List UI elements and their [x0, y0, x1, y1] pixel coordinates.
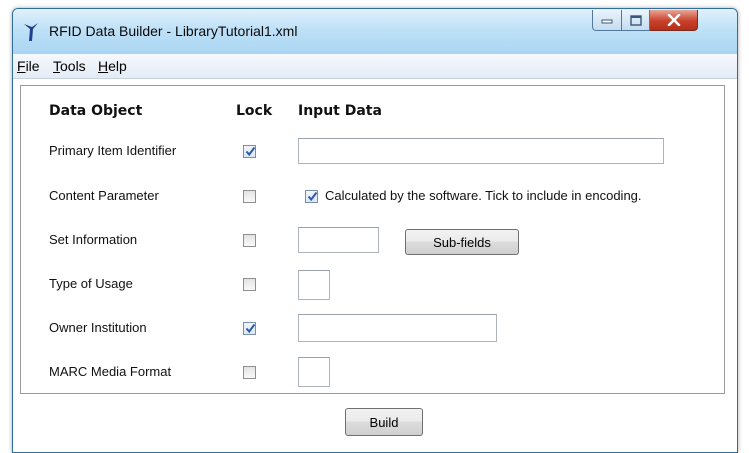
lock-checkbox-owner-institution[interactable] — [243, 322, 256, 335]
maximize-button[interactable] — [622, 10, 650, 31]
menu-bar: File Tools Help — [13, 54, 737, 79]
type-of-usage-input[interactable] — [298, 270, 330, 300]
checkmark-icon — [307, 191, 318, 202]
label-marc-media-format: MARC Media Format — [49, 364, 172, 379]
label-type-of-usage: Type of Usage — [49, 276, 133, 291]
menu-file[interactable]: File — [17, 58, 40, 74]
include-in-encoding-checkbox[interactable] — [305, 190, 318, 203]
set-information-input[interactable] — [298, 227, 379, 253]
app-window: RFID Data Builder - LibraryTutorial1.xml… — [12, 8, 738, 453]
header-data-object: Data Object — [49, 103, 143, 119]
window-title: RFID Data Builder - LibraryTutorial1.xml — [49, 23, 298, 39]
data-object-panel: Data Object Lock Input Data Primary Item… — [20, 85, 725, 394]
close-icon — [667, 14, 680, 26]
lock-checkbox-marc-media-format[interactable] — [243, 366, 256, 379]
app-logo-icon — [24, 23, 38, 41]
lock-checkbox-type-of-usage[interactable] — [243, 278, 256, 291]
close-button[interactable] — [650, 10, 698, 31]
menu-tools[interactable]: Tools — [53, 58, 86, 74]
label-content-parameter: Content Parameter — [49, 188, 159, 203]
owner-institution-input[interactable] — [298, 314, 497, 342]
include-in-encoding-label: Calculated by the software. Tick to incl… — [325, 188, 642, 203]
lock-checkbox-set-information[interactable] — [243, 234, 256, 247]
marc-media-format-input[interactable] — [298, 357, 330, 387]
lock-checkbox-primary-item-identifier[interactable] — [243, 145, 256, 158]
checkmark-icon — [245, 146, 256, 157]
primary-item-identifier-input[interactable] — [298, 138, 664, 164]
label-owner-institution: Owner Institution — [49, 320, 147, 335]
title-bar[interactable]: RFID Data Builder - LibraryTutorial1.xml — [13, 9, 737, 54]
lock-checkbox-content-parameter[interactable] — [243, 190, 256, 203]
header-lock: Lock — [236, 103, 273, 119]
label-set-information: Set Information — [49, 232, 138, 247]
label-primary-item-identifier: Primary Item Identifier — [49, 143, 177, 158]
menu-help[interactable]: Help — [98, 58, 127, 74]
build-button[interactable]: Build — [345, 408, 423, 436]
maximize-icon — [629, 14, 642, 26]
header-input-data: Input Data — [298, 103, 382, 119]
minimize-icon — [601, 19, 613, 24]
minimize-button[interactable] — [592, 10, 622, 31]
checkmark-icon — [245, 323, 256, 334]
sub-fields-button[interactable]: Sub-fields — [405, 229, 519, 255]
